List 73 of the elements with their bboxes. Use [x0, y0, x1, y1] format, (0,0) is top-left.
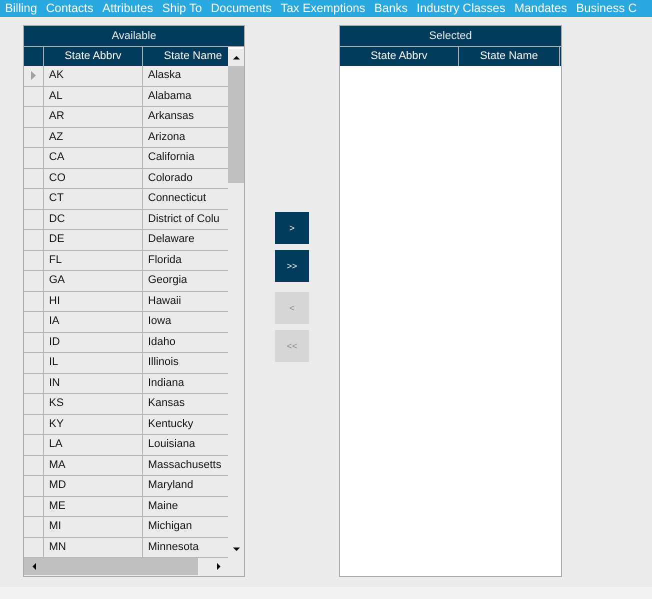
table-cell-text: Iowa — [147, 314, 172, 329]
table-cell: GA — [44, 271, 143, 290]
table-cell-text: Maine — [147, 498, 179, 514]
table-cell: IN — [44, 374, 143, 393]
table-cell-text: Georgia — [147, 273, 188, 288]
scroll-thumb[interactable] — [44, 558, 198, 575]
menu-tab[interactable]: Tax Exemptions — [276, 0, 370, 17]
menu-tab[interactable]: Ship To — [157, 0, 206, 17]
scroll-left-icon[interactable] — [30, 563, 38, 570]
table-cell-text: Kentucky — [147, 416, 194, 432]
table-cell: DC — [44, 210, 143, 229]
table-cell-text: Indiana — [147, 376, 186, 390]
table-cell: DE — [44, 230, 143, 250]
table-cell: MA — [44, 456, 143, 475]
table-cell: HI — [44, 292, 143, 311]
scroll-right-icon[interactable] — [214, 563, 222, 570]
menu-tab[interactable]: Mandates — [509, 0, 572, 17]
table-cell: IA — [44, 312, 143, 332]
table-cell-text: Colorado — [147, 170, 194, 186]
table-cell-text: Arizona — [147, 130, 186, 144]
table-cell: AR — [44, 107, 143, 126]
table-cell: MD — [44, 476, 143, 496]
table-cell-text: Louisiana — [147, 437, 196, 452]
table-cell-text: California — [147, 150, 196, 165]
table-cell-text: Idaho — [147, 334, 177, 350]
table-cell-text: Connecticut — [147, 191, 208, 206]
table-cell-text: Alabama — [147, 88, 192, 104]
table-cell: KS — [44, 394, 143, 414]
table-cell: ME — [44, 496, 143, 516]
table-cell: AK — [44, 66, 143, 86]
table-cell: LA — [44, 435, 143, 454]
panel-title: Selected — [340, 26, 561, 47]
column-header[interactable]: State Name — [143, 47, 228, 66]
table-cell: MI — [44, 517, 143, 536]
menu-tab[interactable]: Documents — [206, 0, 276, 17]
table-cell: KY — [44, 414, 143, 434]
column-header[interactable]: State Name — [459, 47, 560, 66]
menu-tab[interactable]: Business C — [571, 0, 641, 17]
table-cell-text: Maryland — [147, 478, 194, 493]
table-cell-text: Kansas — [147, 396, 186, 411]
table-cell-text: Hawaii — [147, 294, 182, 308]
table-cell: MN — [44, 538, 143, 557]
move-button[interactable]: > — [275, 212, 309, 244]
table-cell: CO — [44, 168, 143, 188]
table-cell-text: Massachusetts — [147, 458, 222, 472]
column-header[interactable]: State Abbrv — [340, 47, 459, 66]
menu-tab[interactable]: Contacts — [41, 0, 98, 17]
table-cell-text: Illinois — [147, 355, 180, 370]
table-cell-text: Minnesota — [147, 540, 200, 554]
table-cell: CA — [44, 148, 143, 168]
table-cell: CT — [44, 189, 143, 208]
move-button[interactable]: >> — [275, 250, 309, 282]
panel-title: Available — [24, 26, 244, 47]
table-cell-text: Alaska — [147, 68, 182, 83]
scroll-up-icon[interactable] — [232, 54, 240, 61]
scroll-down-icon[interactable] — [232, 546, 240, 553]
table-cell-text: Florida — [147, 252, 183, 268]
table-cell: IL — [44, 353, 143, 372]
table-cell: ID — [44, 332, 143, 352]
table-cell: AL — [44, 86, 143, 106]
column-header[interactable]: State Abbrv — [44, 47, 143, 66]
table-cell: FL — [44, 250, 143, 270]
menu-tab[interactable]: Banks — [369, 0, 412, 17]
menu-tab[interactable]: Attributes — [97, 0, 158, 17]
table-cell-text: District of Colu — [147, 212, 221, 226]
scroll-thumb[interactable] — [228, 66, 244, 183]
menu-tab[interactable]: Industry Classes — [412, 0, 510, 17]
menu-tab[interactable]: Billing — [0, 0, 42, 17]
table-cell-text: Michigan — [147, 519, 194, 534]
table-cell: AZ — [44, 128, 143, 147]
current-row-icon — [31, 71, 36, 80]
table-cell-text: Delaware — [147, 232, 196, 247]
table-cell-text: Arkansas — [147, 109, 195, 124]
